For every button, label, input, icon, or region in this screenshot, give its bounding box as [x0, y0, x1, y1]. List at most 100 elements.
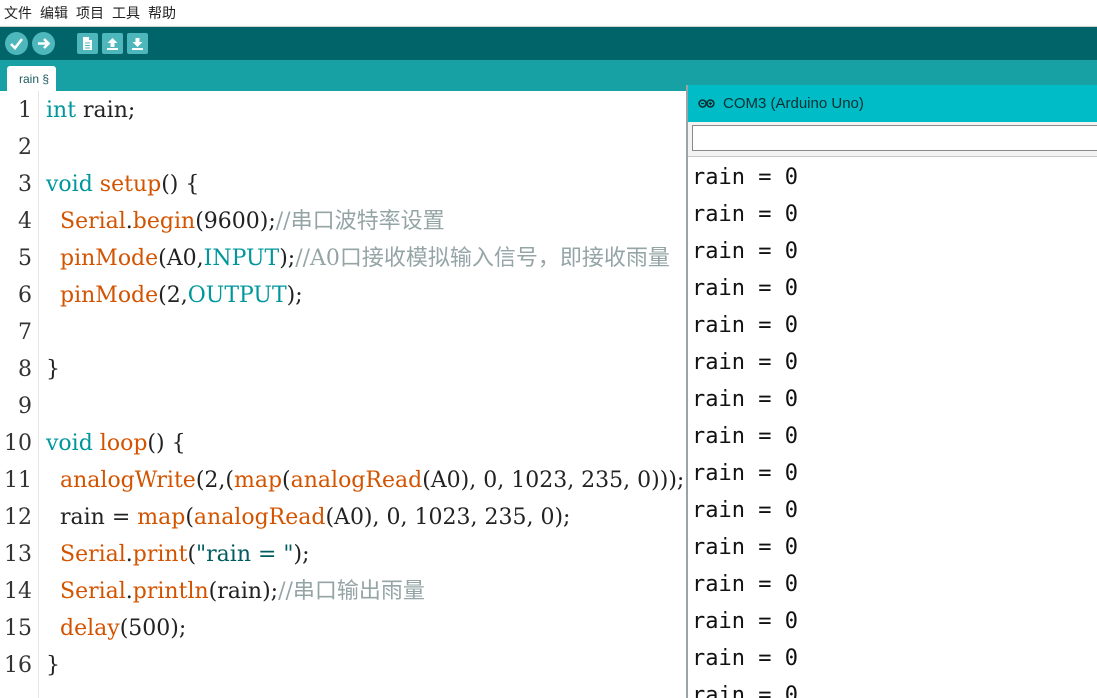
serial-output-line: rain = 0 — [692, 350, 798, 375]
code-token: Serial — [60, 209, 126, 234]
line-number: 8 — [18, 357, 32, 382]
code-token: ( — [185, 505, 194, 530]
code-token: void — [46, 172, 93, 197]
new-button[interactable] — [77, 33, 98, 54]
check-icon — [10, 38, 24, 50]
code-token: //串口波特率设置 — [275, 209, 445, 234]
menu-item-1[interactable]: 编辑 — [40, 3, 68, 23]
code-token: loop — [99, 431, 148, 456]
open-button[interactable] — [102, 33, 123, 54]
menu-item-0[interactable]: 文件 — [4, 3, 32, 23]
code-token: () { — [161, 172, 200, 197]
open-arrow-up-icon — [107, 38, 118, 50]
code-line: pinMode(2,OUTPUT); — [46, 277, 303, 314]
line-number: 15 — [4, 616, 32, 641]
serial-output-area[interactable]: rain = 0 rain = 0 rain = 0 rain = 0 rain = 0… — [688, 157, 1097, 698]
code-token: ); — [293, 542, 310, 567]
code-token: rain; — [76, 98, 136, 123]
code-token: } — [46, 357, 60, 382]
code-line: void loop() { — [46, 425, 186, 462]
code-token: . — [125, 579, 133, 604]
code-token: analogRead — [193, 505, 326, 530]
line-number: 12 — [4, 505, 32, 530]
line-number: 5 — [18, 246, 32, 271]
code-line: } — [46, 647, 60, 684]
serial-send-input[interactable] — [692, 125, 1097, 151]
line-number: 4 — [18, 209, 32, 234]
serial-output-line: rain = 0 — [692, 683, 798, 698]
code-token: int — [46, 98, 77, 123]
code-token: (2,( — [195, 468, 234, 493]
save-button[interactable] — [127, 33, 148, 54]
serial-output-line: rain = 0 — [692, 572, 798, 597]
upload-button[interactable] — [32, 32, 55, 55]
code-token: INPUT — [203, 246, 280, 271]
line-number-gutter: 1 2 3 4 5 6 7 8 9 10 11 12 13 14 15 16 — [0, 91, 39, 698]
line-number: 2 — [18, 135, 32, 160]
serial-output-line: rain = 0 — [692, 461, 798, 486]
code-token: (A0), 0, 1023, 235, 0); — [325, 505, 571, 530]
line-number: 9 — [18, 394, 32, 419]
serial-output-line: rain = 0 — [692, 313, 798, 338]
code-token: pinMode — [60, 283, 159, 308]
menu-item-2[interactable]: 项目 — [76, 3, 104, 23]
serial-monitor-titlebar[interactable]: COM3 (Arduino Uno) — [688, 85, 1097, 122]
line-number: 10 — [4, 431, 32, 456]
code-token: println — [132, 579, 209, 604]
code-token: } — [46, 653, 60, 678]
code-token: . — [125, 542, 133, 567]
line-number: 1 — [18, 98, 32, 123]
code-line: } — [46, 351, 60, 388]
code-token: setup — [99, 172, 162, 197]
code-token: OUTPUT — [187, 283, 287, 308]
serial-output-line: rain = 0 — [692, 276, 798, 301]
line-number: 7 — [18, 320, 32, 345]
serial-output-line: rain = 0 — [692, 239, 798, 264]
serial-monitor-window: COM3 (Arduino Uno) rain = 0 rain = 0 rain … — [686, 85, 1097, 698]
serial-output-line: rain = 0 — [692, 387, 798, 412]
serial-input-bar — [688, 122, 1097, 157]
code-token: (A0, — [158, 246, 204, 271]
verify-button[interactable] — [5, 32, 28, 55]
code-token: () { — [147, 431, 186, 456]
code-token: pinMode — [60, 246, 159, 271]
serial-output-line: rain = 0 — [692, 498, 798, 523]
code-token: ); — [286, 283, 303, 308]
code-token: (500); — [119, 616, 187, 641]
code-token: map — [137, 505, 186, 530]
line-number: 16 — [4, 653, 32, 678]
line-number: 6 — [18, 283, 32, 308]
arrow-right-icon — [38, 38, 51, 49]
line-number: 14 — [4, 579, 32, 604]
menu-item-3[interactable]: 工具 — [112, 3, 140, 23]
code-token: ( — [282, 468, 291, 493]
menu-item-4[interactable]: 帮助 — [148, 3, 176, 23]
code-line: void setup() { — [46, 166, 199, 203]
tab-rain[interactable]: rain § — [7, 66, 57, 91]
code-token: //A0口接收模拟输入信号，即接收雨量 — [295, 246, 670, 271]
code-line: int rain; — [46, 92, 135, 129]
line-number: 3 — [18, 172, 32, 197]
code-token: (9600); — [195, 209, 276, 234]
line-number: 11 — [4, 468, 32, 493]
code-token: ); — [279, 246, 296, 271]
code-token: rain = — [46, 505, 138, 530]
code-token: ( — [187, 542, 197, 567]
menu-bar: 文件 编辑 项目 工具 帮助 — [0, 0, 1097, 27]
code-token: //串口输出雨量 — [278, 579, 425, 604]
code-token: void — [46, 431, 93, 456]
code-token: "rain = " — [196, 542, 294, 567]
code-line: analogWrite(2,(map(analogRead(A0), 0, 10… — [46, 462, 684, 499]
serial-output-line: rain = 0 — [692, 646, 798, 671]
code-token: delay — [60, 616, 120, 641]
serial-output-line: rain = 0 — [692, 424, 798, 449]
toolbar — [0, 27, 1097, 60]
code-token: (A0), 0, 1023, 235, 0))); — [422, 468, 685, 493]
